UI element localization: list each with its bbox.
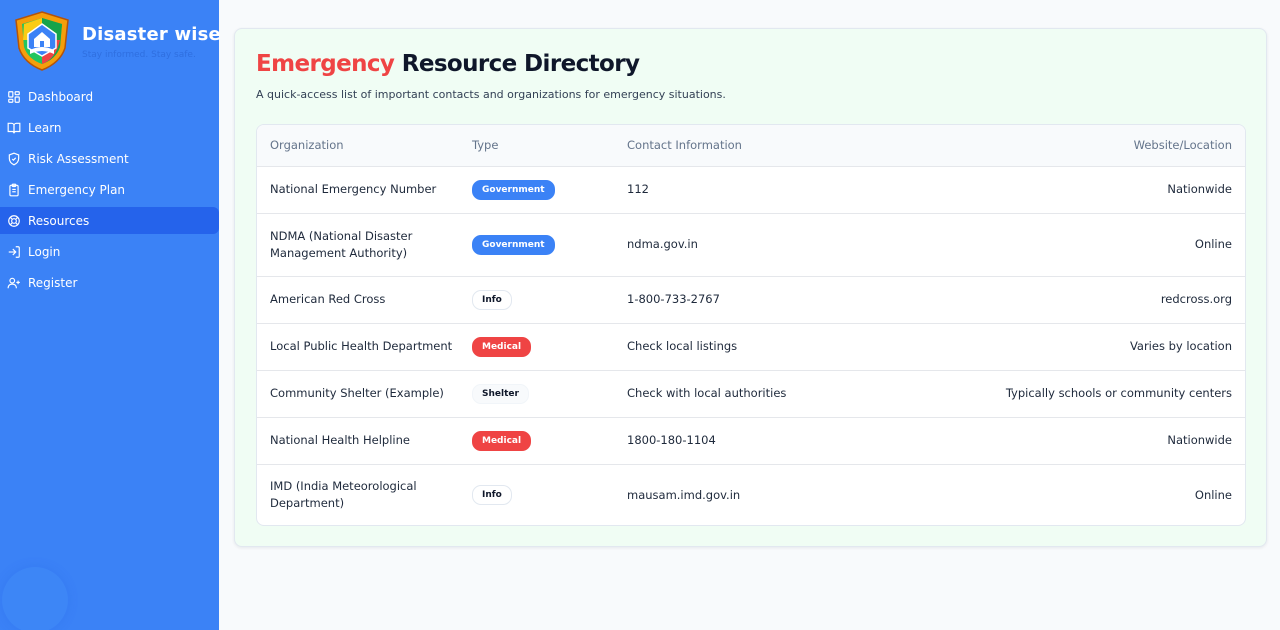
- cell-organization: American Red Cross: [257, 276, 472, 324]
- cell-location: Online: [1194, 487, 1232, 502]
- lifebuoy-icon: [8, 214, 20, 227]
- cell-contact: Check with local authorities: [627, 370, 927, 418]
- cell-contact: ndma.gov.in: [627, 213, 927, 277]
- cell-location: Nationwide: [927, 417, 1245, 465]
- cell-location: Typically schools or community centers: [927, 370, 1245, 418]
- table-header-row: Organization Type Contact Information We…: [257, 125, 1245, 167]
- cell-organization: National Health Helpline: [257, 417, 472, 465]
- cell-contact: 1800-180-1104: [627, 417, 927, 465]
- sidebar-item-emergency-plan[interactable]: Emergency Plan: [0, 176, 219, 203]
- type-badge: Shelter: [472, 383, 529, 404]
- shield-icon: [8, 152, 20, 165]
- cell-location: Online: [927, 213, 1245, 277]
- cell-organization: IMD (India Meteorological Department): [270, 479, 417, 511]
- resource-table-container: Organization Type Contact Information We…: [256, 124, 1246, 526]
- user-plus-icon: [7, 277, 20, 288]
- clipboard-icon: [9, 183, 19, 196]
- type-badge: Government: [472, 179, 555, 200]
- sidebar-item-resources[interactable]: Resources: [0, 207, 219, 234]
- sidebar-item-risk-assessment[interactable]: Risk Assessment: [0, 145, 219, 172]
- sidebar-item-label: Emergency Plan: [28, 182, 126, 197]
- sidebar-item-learn[interactable]: Learn: [0, 114, 219, 141]
- sidebar-item-register[interactable]: Register: [0, 269, 219, 296]
- app-tagline: Stay informed. Stay safe.: [82, 50, 196, 60]
- table-row: Community Shelter (Example) Shelter Chec…: [257, 370, 1245, 418]
- table-row: National Emergency Number Government 112…: [257, 166, 1245, 214]
- cell-location: Nationwide: [927, 166, 1245, 214]
- sidebar: Disaster wise Stay informed. Stay safe. …: [0, 0, 221, 630]
- cell-contact: 1-800-733-2767: [627, 276, 927, 324]
- sidebar-item-label: Dashboard: [28, 89, 94, 104]
- cell-location: Varies by location: [927, 323, 1245, 371]
- cell-contact: Check local listings: [627, 323, 927, 371]
- sidebar-item-label: Register: [28, 275, 78, 290]
- app-title: Disaster wise: [82, 24, 221, 45]
- sidebar-item-label: Resources: [28, 213, 90, 228]
- page-title: Emergency Resource Directory: [256, 51, 640, 77]
- resource-directory-card: Emergency Resource Directory A quick-acc…: [234, 28, 1267, 547]
- cell-organization: Community Shelter (Example): [257, 370, 472, 418]
- logo-icon: [15, 11, 69, 71]
- sidebar-item-label: Learn: [28, 120, 62, 135]
- login-icon: [8, 245, 20, 258]
- floating-action-button[interactable]: [2, 567, 68, 630]
- sidebar-item-dashboard[interactable]: Dashboard: [0, 83, 219, 110]
- cell-organization: National Emergency Number: [257, 166, 472, 214]
- type-badge: Medical: [472, 430, 532, 451]
- sidebar-item-label: Risk Assessment: [28, 151, 129, 166]
- page-title-rest: Resource Directory: [394, 51, 640, 77]
- type-badge: Info: [472, 485, 512, 506]
- page-subtitle: A quick-access list of important contact…: [256, 88, 726, 101]
- table-row: National Health Helpline Medical 1800-18…: [257, 417, 1245, 465]
- table-row: NDMA (National Disaster Management Autho…: [257, 213, 1245, 277]
- sidebar-item-label: Login: [28, 244, 61, 259]
- cell-organization: Local Public Health Department: [257, 323, 472, 371]
- page-title-accent: Emergency: [256, 51, 395, 77]
- cell-location: redcross.org: [927, 276, 1245, 324]
- book-icon: [7, 122, 21, 133]
- sidebar-item-login[interactable]: Login: [0, 238, 219, 265]
- table-row: American Red Cross Info 1-800-733-2767 r…: [257, 276, 1245, 324]
- column-header-contact: Contact Information: [627, 125, 927, 167]
- type-badge: Medical: [472, 336, 532, 357]
- resource-table: Organization Type Contact Information We…: [257, 125, 1245, 525]
- brand[interactable]: Disaster wise Stay informed. Stay safe.: [12, 10, 221, 72]
- table-row: IMD (India Meteorological Department) In…: [257, 464, 1245, 525]
- dashboard-icon: [8, 90, 20, 103]
- type-badge: Government: [472, 234, 555, 255]
- table-row: Local Public Health Department Medical C…: [257, 323, 1245, 371]
- cell-contact: mausam.imd.gov.in: [627, 487, 741, 502]
- sidebar-nav: Dashboard Learn Risk Assessment Emergenc…: [0, 83, 219, 300]
- type-badge: Info: [472, 289, 512, 310]
- column-header-location: Website/Location: [927, 125, 1245, 167]
- cell-contact: 112: [627, 166, 927, 214]
- column-header-type: Type: [472, 125, 627, 167]
- cell-organization: NDMA (National Disaster Management Autho…: [257, 213, 472, 277]
- column-header-organization: Organization: [257, 125, 472, 167]
